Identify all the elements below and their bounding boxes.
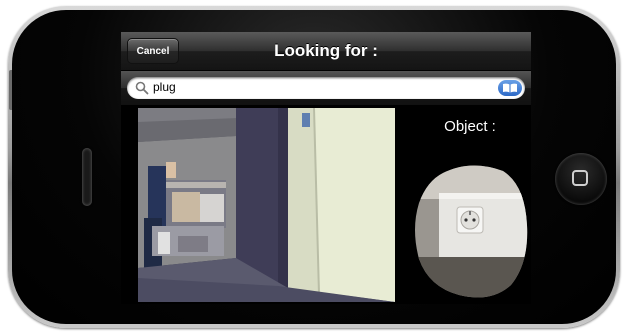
object-panel: Object :: [409, 108, 531, 302]
home-button[interactable]: [555, 153, 607, 205]
search-query-text: plug: [153, 80, 176, 94]
search-bar: plug: [121, 71, 531, 105]
page-title: Looking for :: [274, 41, 378, 60]
earpiece-speaker: [82, 148, 92, 206]
camera-preview: [138, 108, 395, 302]
cancel-button[interactable]: Cancel: [127, 38, 179, 64]
object-thumbnail: [415, 165, 528, 298]
app-screen: Cancel Looking for : plug Object:: [121, 32, 531, 304]
bookmarks-icon[interactable]: [498, 80, 522, 96]
object-label: Object :: [444, 118, 496, 135]
search-input[interactable]: plug: [127, 77, 525, 99]
search-icon: [135, 81, 149, 95]
navigation-bar: Cancel Looking for :: [121, 32, 531, 71]
home-square-icon: [572, 170, 588, 186]
